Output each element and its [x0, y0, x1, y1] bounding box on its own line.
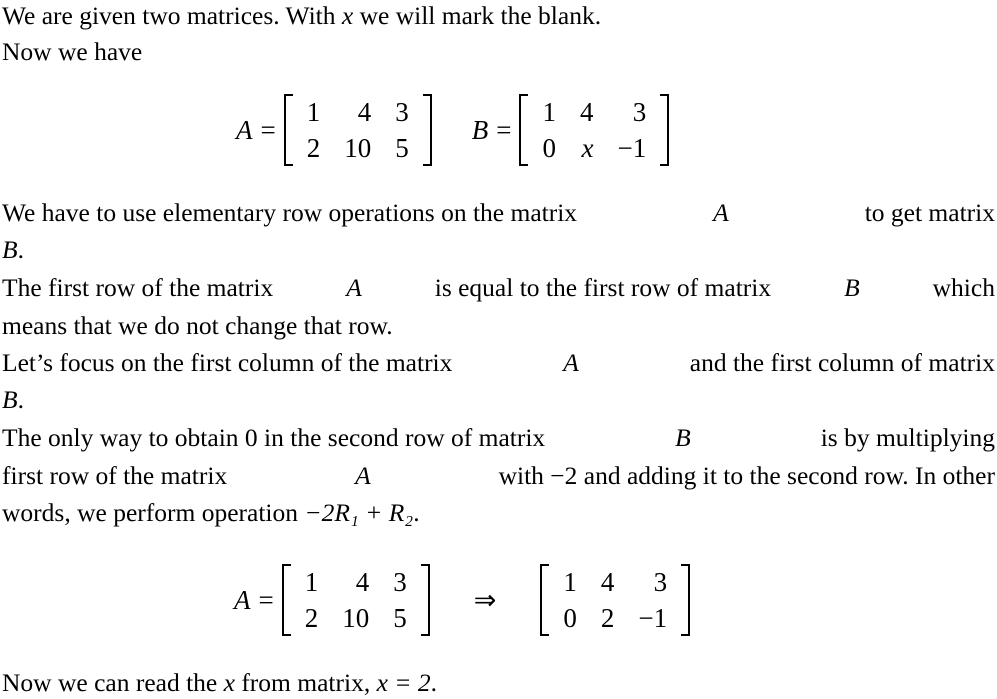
equals-sign: =: [260, 114, 276, 145]
paragraph-line: B.: [2, 384, 24, 416]
variable-x: x: [223, 668, 235, 697]
matrix-cell: 1: [542, 97, 556, 127]
matrix-cell: 1: [563, 567, 577, 597]
equals-sign: =: [496, 114, 512, 145]
matrix-cell: 1: [306, 97, 321, 127]
equation-1: A = 1 4 3 2 10 5 B = 1 4 3 0 x −1: [236, 94, 670, 166]
left-bracket: [283, 94, 293, 166]
text: to get matrix: [864, 198, 995, 227]
result-matrix: 1 4 3 0 2 −1: [540, 564, 691, 636]
paragraph-line: B.: [2, 234, 24, 266]
text: from matrix,: [241, 668, 371, 697]
text: The only way to obtain 0 in the second r…: [2, 423, 546, 452]
variable-b: B: [675, 423, 691, 452]
matrix-a: 1 4 3 2 10 5: [283, 94, 432, 166]
right-bracket: [660, 94, 670, 166]
matrix-cell: 4: [357, 97, 372, 127]
right-bracket: [422, 94, 432, 166]
paragraph-line: We have to use elementary row operations…: [2, 197, 995, 229]
text: and the first column of matrix: [689, 348, 995, 377]
paragraph-line: The only way to obtain 0 in the second r…: [2, 422, 995, 454]
text: which: [932, 273, 995, 302]
matrix-cell: 3: [395, 97, 409, 127]
text: Let’s focus on the first column of the m…: [2, 348, 453, 377]
variable-b: B: [2, 385, 18, 414]
matrix-cell: 3: [653, 567, 668, 597]
variable-a: A: [563, 348, 579, 377]
text: The first row of the matrix: [2, 273, 274, 302]
variable-b: B: [844, 273, 860, 302]
matrix-cell: 2: [600, 603, 615, 633]
text: we will mark the blank.: [359, 1, 602, 30]
matrix-cell: 0: [563, 603, 577, 633]
variable-b: B: [2, 235, 18, 264]
text: We have to use elementary row operations…: [2, 198, 578, 227]
paragraph-line: Let’s focus on the first column of the m…: [2, 347, 995, 379]
matrix-cell: 4: [579, 97, 594, 127]
now-we-have-line: Now we have: [2, 37, 143, 66]
paragraph-line: first row of the matrix A with −2 and ad…: [2, 460, 995, 492]
answer: x = 2: [376, 668, 431, 697]
variable-a: A: [713, 198, 729, 227]
implies-arrow: ⇒: [473, 584, 497, 615]
matrix-a-label: A: [236, 114, 253, 145]
matrix-cell: x: [581, 133, 594, 163]
paragraph-line: The first row of the matrix A is equal t…: [2, 272, 995, 304]
matrix-cell: 2: [304, 603, 319, 633]
matrix-cell: 10: [342, 603, 370, 633]
matrix-cell: 0: [542, 133, 556, 163]
matrix-cell: 5: [393, 603, 407, 633]
text: We are given two matrices. With: [2, 1, 336, 30]
equals-sign: =: [258, 584, 274, 615]
matrix-cell: 1: [304, 567, 319, 597]
left-bracket: [281, 564, 291, 636]
right-bracket: [681, 564, 691, 636]
text: first row of the matrix: [2, 461, 228, 490]
matrix-b: 1 4 3 0 x −1: [519, 94, 670, 166]
matrix-b-label: B: [471, 114, 489, 145]
left-bracket: [519, 94, 529, 166]
text: Now we can read the: [2, 668, 218, 697]
matrix-a-label: A: [234, 584, 251, 615]
matrix-cell: 4: [600, 567, 615, 597]
paragraph-line: means that we do not change that row.: [2, 311, 393, 340]
text: .: [17, 235, 24, 264]
matrix-cell: 3: [393, 567, 407, 597]
matrix-cell: 2: [306, 133, 321, 163]
variable-a: A: [346, 273, 362, 302]
conclusion-line: Now we can read the x from matrix, x = 2…: [2, 667, 437, 699]
variable-x: x: [341, 1, 354, 30]
matrix-cell: 3: [632, 97, 647, 127]
intro-line: We are given two matrices. With x we wil…: [2, 0, 601, 32]
text: is equal to the first row of matrix: [434, 273, 772, 302]
left-bracket: [540, 564, 550, 636]
paragraph-line: words, we perform operation −2R₁ + R₂.: [2, 497, 420, 529]
text: .: [413, 498, 420, 527]
matrix-a: 1 4 3 2 10 5: [281, 564, 430, 636]
right-bracket: [420, 564, 430, 636]
matrix-cell: −1: [638, 603, 668, 633]
text: with −2 and adding it to the second row.…: [498, 461, 995, 490]
matrix-cell: 4: [355, 567, 370, 597]
matrix-cell: −1: [617, 133, 647, 163]
text: .: [430, 668, 437, 697]
text: is by multiplying: [820, 423, 995, 452]
text: words, we perform operation: [2, 498, 298, 527]
row-operation: −2R₁ + R₂: [304, 498, 414, 527]
equation-2: A = 1 4 3 2 10 5 ⇒ 1 4 3 0 2 −1: [234, 564, 691, 636]
variable-a: A: [355, 461, 371, 490]
text: .: [17, 385, 24, 414]
matrix-cell: 5: [395, 133, 409, 163]
matrix-cell: 10: [344, 133, 372, 163]
